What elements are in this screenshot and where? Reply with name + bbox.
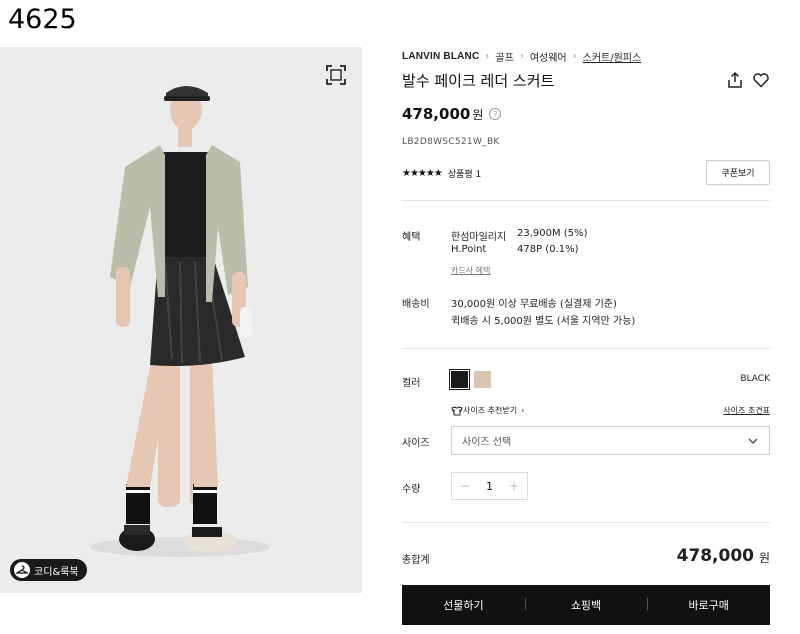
chevron-right-icon: › [485, 50, 490, 62]
color-swatch-beige[interactable] [474, 371, 491, 388]
share-icon[interactable] [726, 71, 744, 89]
purchase-action-bar: 선물하기 쇼핑백 바로구매 [402, 585, 770, 625]
breadcrumb-item-skirts[interactable]: 스커트/원피스 [583, 49, 642, 64]
breadcrumb: LANVIN BLANC › 골프 › 여성웨어 › 스커트/원피스 [402, 48, 770, 64]
divider [402, 522, 770, 523]
product-info-panel: LANVIN BLANC › 골프 › 여성웨어 › 스커트/원피스 발수 페이… [402, 48, 770, 186]
hanger-icon [14, 562, 30, 578]
hpoint-name: H.Point [451, 244, 487, 255]
quantity-label: 수량 [402, 484, 421, 495]
size-chart-link[interactable]: 사이즈 조견표 [723, 405, 770, 416]
size-select[interactable]: 사이즈 선택 [451, 426, 770, 455]
buy-now-button[interactable]: 바로구매 [647, 597, 770, 613]
total-unit: 원 [758, 551, 770, 565]
fullscreen-icon[interactable] [325, 64, 347, 86]
price-unit: 원 [472, 107, 484, 122]
heart-icon[interactable] [752, 71, 770, 89]
shipping-quick-info: 퀵배송 시 5,000원 별도 (서울 지역만 가능) [451, 316, 636, 327]
review-count-link[interactable]: 상품평 1 [448, 167, 481, 180]
shopping-bag-button[interactable]: 쇼핑백 [524, 597, 648, 613]
shipping-free-info: 30,000원 이상 무료배송 (실결제 기준) [451, 299, 617, 310]
product-image[interactable]: 코디&룩북 [0, 47, 362, 593]
coordi-badge-label: 코디&룩북 [34, 566, 79, 578]
selected-color-name: BLACK [740, 374, 770, 384]
total-label: 총합계 [402, 555, 430, 566]
size-label: 사이즈 [402, 438, 430, 449]
quantity-value[interactable]: 1 [486, 480, 493, 493]
divider [402, 348, 770, 349]
coupon-button[interactable]: 쿠폰보기 [706, 160, 770, 185]
chevron-right-icon: › [572, 50, 577, 62]
size-recommend-link[interactable]: 사이즈 추천받기 › [451, 405, 524, 416]
color-swatch-black[interactable] [449, 369, 470, 390]
chevron-down-icon [748, 438, 758, 444]
breadcrumb-brand[interactable]: LANVIN BLANC [402, 51, 479, 62]
chevron-right-icon: › [521, 406, 525, 415]
card-benefit-link[interactable]: 카드사 혜택 [451, 265, 490, 276]
page-id-label: 4625 [8, 4, 77, 35]
divider [402, 200, 770, 201]
quantity-minus-button[interactable]: − [460, 479, 470, 493]
hpoint-value: 478P (0.1%) [517, 244, 579, 255]
coordi-lookbook-button[interactable]: 코디&룩북 [10, 559, 87, 581]
product-sku: LB2D8WSC521W_BK [402, 137, 500, 147]
help-icon[interactable]: ? [489, 108, 502, 120]
gift-button[interactable]: 선물하기 [402, 597, 525, 613]
mileage-name: 한섬마일리지 [451, 232, 507, 243]
benefits-label: 혜택 [402, 232, 421, 243]
mileage-value: 23,900M (5%) [517, 228, 588, 239]
rating-stars: ★★★★★ [402, 167, 443, 179]
chevron-right-icon: › [519, 50, 524, 62]
product-title: 발수 페이크 레더 스커트 [402, 72, 555, 90]
shirt-icon [451, 405, 463, 415]
quantity-stepper: − 1 + [451, 472, 528, 500]
model-photo [0, 47, 362, 593]
product-price: 478,000 [402, 105, 471, 123]
breadcrumb-item-womenswear[interactable]: 여성웨어 [530, 49, 567, 64]
quantity-plus-button[interactable]: + [509, 479, 519, 493]
breadcrumb-item-golf[interactable]: 골프 [495, 49, 513, 64]
size-select-placeholder: 사이즈 선택 [462, 437, 512, 448]
shipping-label: 배송비 [402, 299, 430, 310]
size-recommend-label: 사이즈 추천받기 [463, 406, 518, 415]
color-label: 컬러 [402, 378, 421, 389]
total-price: 478,000 [676, 546, 754, 566]
